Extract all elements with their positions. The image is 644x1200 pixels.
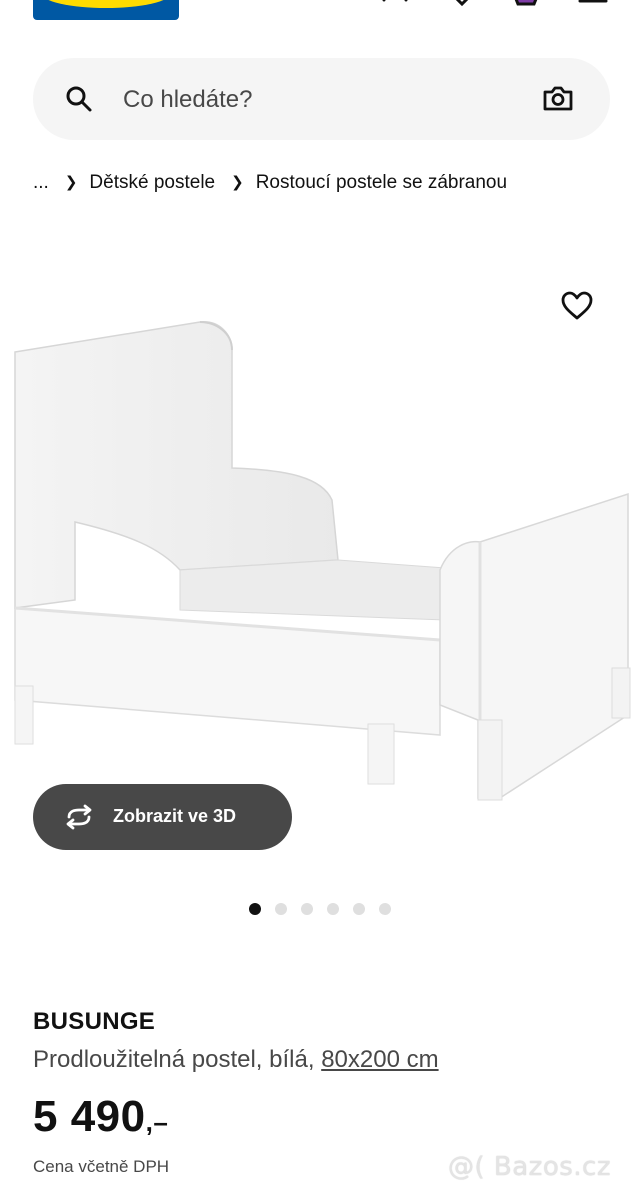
product-name: BUSUNGE [33, 1008, 156, 1035]
watermark: @( Bazos.cz [448, 1152, 611, 1182]
top-bar [0, 0, 644, 30]
price-value: 5 490 [33, 1092, 146, 1141]
view-3d-button[interactable]: Zobrazit ve 3D [33, 784, 292, 850]
favorites-icon[interactable] [448, 0, 476, 8]
carousel-dot-2[interactable] [275, 903, 287, 915]
camera-icon[interactable] [542, 83, 574, 113]
product-image[interactable] [0, 310, 644, 810]
product-description-text: Prodloužitelná postel, bílá, [33, 1046, 315, 1073]
vat-note: Cena včetně DPH [33, 1157, 170, 1176]
product-size-link[interactable]: 80x200 cm [321, 1046, 438, 1073]
product-description: Prodloužitelná postel, bílá, 80x200 cm [33, 1046, 439, 1074]
user-icon[interactable] [378, 0, 412, 8]
breadcrumb: ... ❯ Dětské postele ❯ Rostoucí postele … [33, 172, 507, 194]
search-icon[interactable] [65, 85, 93, 113]
carousel-dot-6[interactable] [379, 903, 391, 915]
carousel-dots [249, 903, 405, 915]
rotate-3d-icon [66, 804, 92, 830]
search-bar[interactable]: Co hledáte? [33, 58, 610, 140]
chevron-right-icon: ❯ [231, 174, 244, 191]
breadcrumb-item-children-beds[interactable]: Dětské postele [89, 172, 215, 194]
menu-icon[interactable] [578, 0, 608, 8]
search-input[interactable]: Co hledáte? [123, 86, 252, 114]
breadcrumb-item-extendable-beds[interactable]: Rostoucí postele se zábranou [256, 172, 507, 194]
ikea-logo[interactable] [33, 0, 179, 20]
price-suffix: ,– [145, 1107, 169, 1137]
carousel-dot-4[interactable] [327, 903, 339, 915]
carousel-dot-1[interactable] [249, 903, 261, 915]
cart-icon[interactable] [512, 0, 540, 8]
breadcrumb-item-more[interactable]: ... [33, 172, 49, 194]
view-3d-label: Zobrazit ve 3D [113, 806, 237, 826]
logo-oval [41, 0, 171, 8]
carousel-dot-5[interactable] [353, 903, 365, 915]
product-price: 5 490,– [33, 1092, 168, 1142]
chevron-right-icon: ❯ [64, 174, 78, 191]
carousel-dot-3[interactable] [301, 903, 313, 915]
